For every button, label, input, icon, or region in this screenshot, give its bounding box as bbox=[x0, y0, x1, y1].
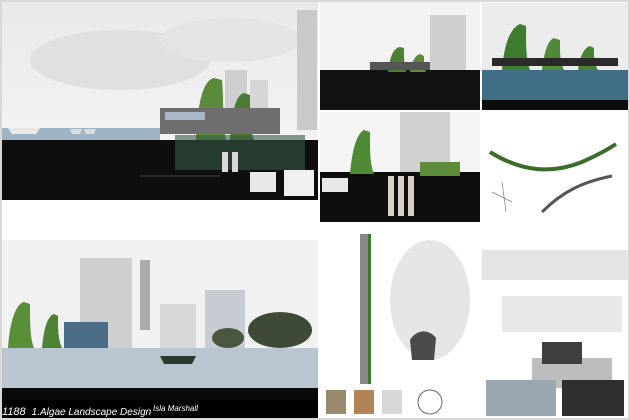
wall-section-panel bbox=[320, 230, 480, 420]
context-render-image bbox=[482, 0, 628, 110]
author-name: Isla Marshall bbox=[153, 404, 198, 413]
sketch-diagram-drawing bbox=[482, 112, 628, 228]
section-detail-panel bbox=[320, 112, 480, 222]
sketch-diagram-panel bbox=[482, 112, 628, 228]
wall-section-drawing bbox=[320, 230, 480, 420]
board-title: 1.Algae Landscape Design bbox=[31, 407, 152, 418]
model-photo-image bbox=[320, 0, 480, 110]
riverside-perspective-image bbox=[0, 230, 318, 400]
context-render-panel bbox=[482, 0, 628, 110]
section-elevation-panel bbox=[0, 0, 318, 200]
board-caption: 1188 1.Algae Landscape Design bbox=[2, 402, 151, 420]
section-elevation-drawing bbox=[0, 0, 318, 200]
entry-number: 1188 bbox=[2, 406, 26, 418]
site-photos-collage bbox=[482, 230, 628, 420]
model-photo-panel bbox=[320, 0, 480, 110]
site-photos-panel bbox=[482, 230, 628, 420]
riverside-perspective-panel bbox=[0, 230, 318, 400]
section-detail-drawing bbox=[320, 112, 480, 222]
